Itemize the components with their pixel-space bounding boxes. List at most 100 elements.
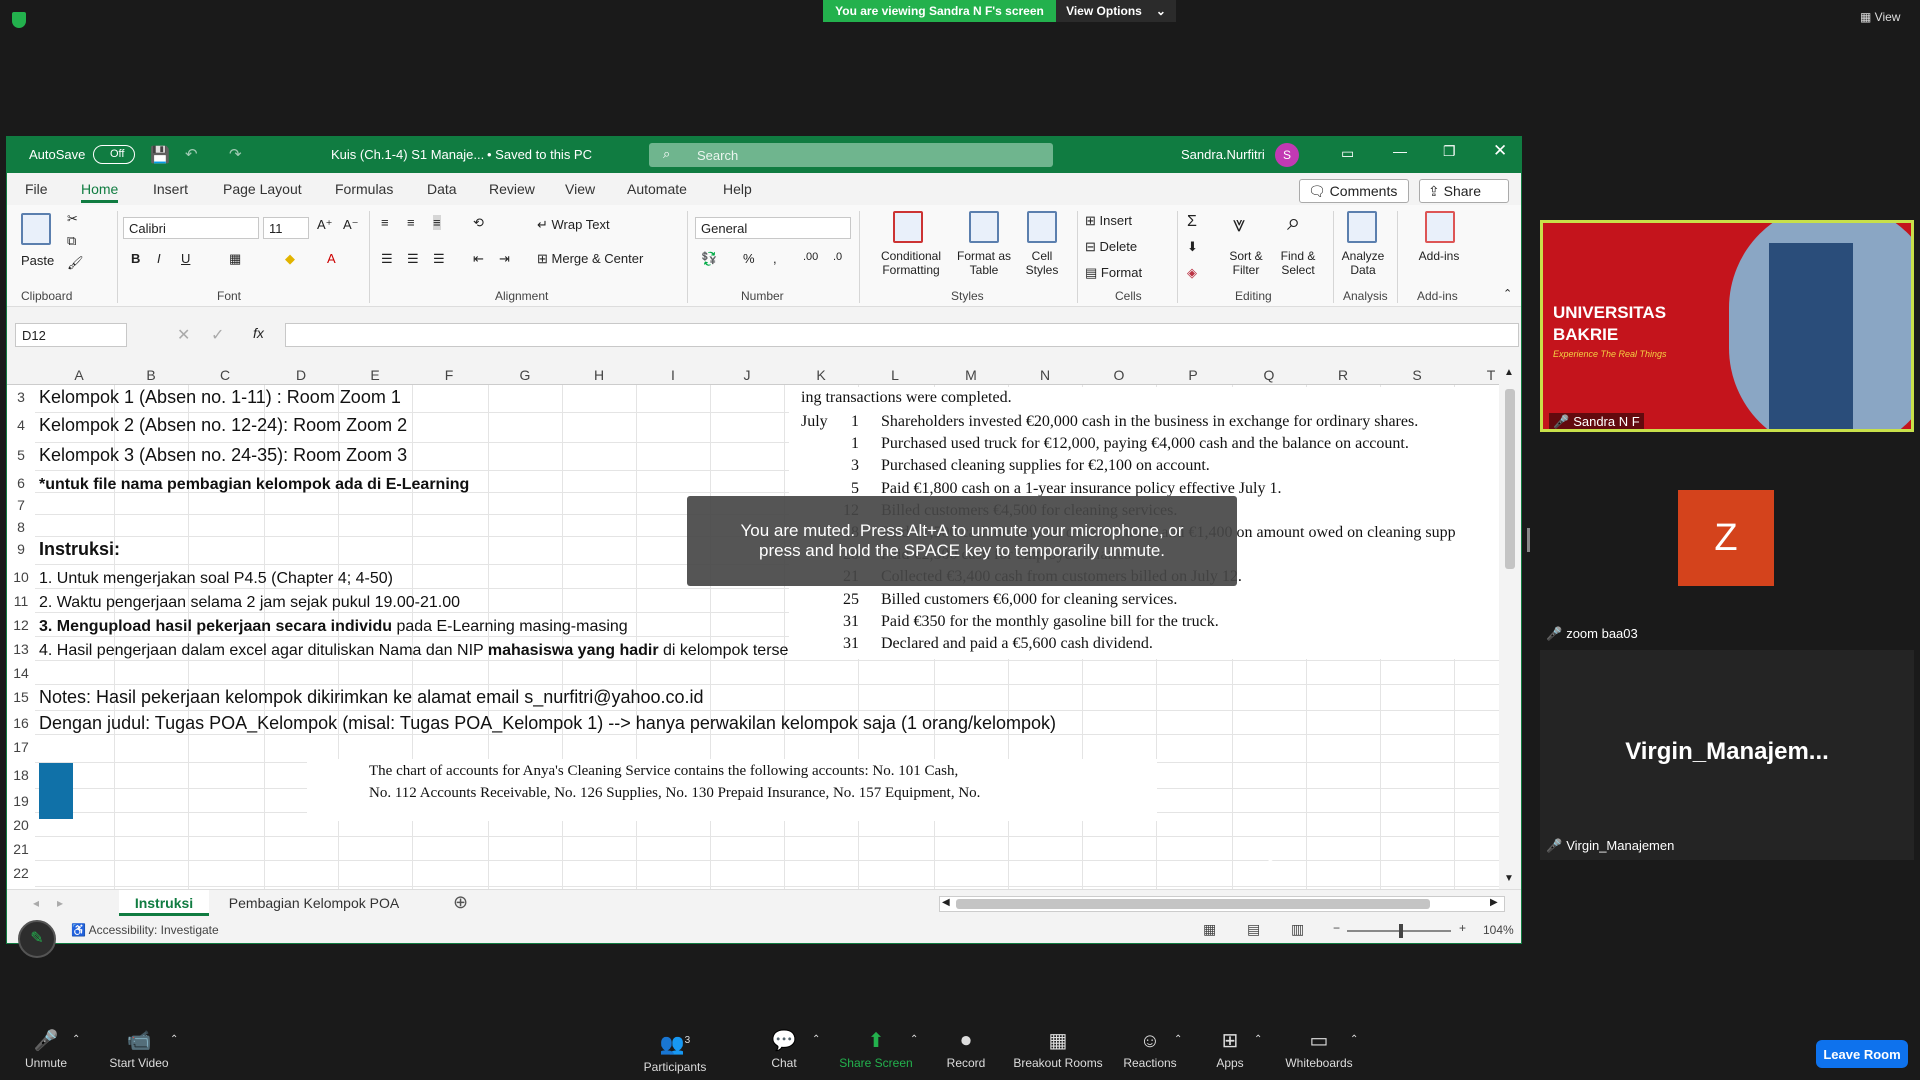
name-box[interactable]: D12 — [15, 323, 127, 347]
row-header[interactable]: 3 — [7, 389, 35, 405]
row-header[interactable]: 4 — [7, 417, 35, 433]
security-shield-icon[interactable] — [12, 12, 26, 28]
vertical-scroll-thumb[interactable] — [1505, 389, 1515, 569]
conditional-formatting-icon[interactable] — [893, 211, 923, 243]
share-button[interactable]: ⇪ Share — [1419, 179, 1509, 203]
copy-icon[interactable]: ⧉ — [67, 233, 76, 249]
cell-row-10[interactable]: 1. Untuk mengerjakan soal P4.5 (Chapter … — [39, 567, 393, 588]
italic-icon[interactable]: I — [157, 251, 161, 266]
zoom-out-icon[interactable]: − — [1333, 921, 1340, 935]
chart-of-accounts-image[interactable]: The chart of accounts for Anya's Cleanin… — [307, 759, 1157, 821]
row-header[interactable]: 6 — [7, 475, 35, 491]
cell-row-11[interactable]: 2. Waktu pengerjaan selama 2 jam sejak p… — [39, 591, 460, 612]
align-bottom-icon[interactable]: ≡ — [433, 215, 441, 230]
paste-label[interactable]: Paste — [21, 253, 54, 268]
borders-icon[interactable]: ▦ — [229, 251, 241, 267]
participants-button[interactable]: 👥3 Participants — [640, 1030, 710, 1074]
row-header[interactable]: 10 — [7, 569, 35, 585]
comma-icon[interactable]: , — [773, 251, 777, 266]
decrease-decimal-icon[interactable]: .0 — [833, 251, 842, 263]
enter-icon[interactable]: ✓ — [211, 325, 224, 345]
row-header[interactable]: 13 — [7, 641, 35, 657]
fill-icon[interactable]: ⬇ — [1187, 239, 1198, 255]
tab-page-layout[interactable]: Page Layout — [223, 181, 302, 197]
add-ins-button[interactable]: Add-ins — [1407, 249, 1471, 263]
unmute-button[interactable]: 🎤 Unmute — [18, 1030, 74, 1070]
format-painter-icon[interactable]: 🖌 — [67, 255, 84, 271]
horizontal-scrollbar[interactable]: ◀ ▶ — [939, 896, 1505, 912]
scroll-up-icon[interactable]: ▲ — [1504, 367, 1514, 378]
user-name[interactable]: Sandra.Nurfitri — [1181, 147, 1265, 162]
next-sheet-icon[interactable]: ▸ — [57, 896, 63, 910]
share-options-icon[interactable]: ⌃ — [910, 1034, 918, 1045]
decrease-indent-icon[interactable]: ⇤ — [473, 251, 484, 267]
cell-styles-icon[interactable] — [1027, 211, 1057, 243]
spreadsheet-grid[interactable]: ABCDEFGHIJKLMNOPQRST 3 Kelompok 1 (Absen … — [7, 365, 1521, 889]
format-as-table-button[interactable]: Format as Table — [953, 249, 1015, 277]
sort-filter-button[interactable]: Sort & Filter — [1221, 249, 1271, 277]
cell-row-13[interactable]: 4. Hasil pengerjaan dalam excel agar dit… — [39, 639, 811, 660]
search-box[interactable]: ⌕ Search — [649, 143, 1053, 167]
reactions-options-icon[interactable]: ⌃ — [1174, 1034, 1182, 1045]
cell-row-5[interactable]: Kelompok 3 (Absen no. 24-35): Room Zoom … — [39, 445, 407, 466]
paste-icon[interactable] — [21, 213, 51, 245]
autosave-toggle[interactable]: Off — [93, 145, 135, 164]
horizontal-scroll-thumb[interactable] — [956, 899, 1430, 909]
audio-options-icon[interactable]: ⌃ — [72, 1034, 80, 1045]
breakout-rooms-button[interactable]: ▦ Breakout Rooms — [1010, 1030, 1106, 1070]
tab-view[interactable]: View — [565, 181, 595, 197]
undo-icon[interactable]: ↶ — [185, 145, 198, 163]
formula-input[interactable] — [285, 323, 1519, 347]
apps-options-icon[interactable]: ⌃ — [1254, 1034, 1262, 1045]
accounting-icon[interactable]: 💱 — [701, 251, 717, 267]
add-sheet-icon[interactable]: ⊕ — [453, 892, 468, 913]
cut-icon[interactable]: ✂ — [67, 211, 78, 227]
cell-styles-button[interactable]: Cell Styles — [1017, 249, 1067, 277]
share-screen-button[interactable]: ⬆ Share Screen — [838, 1030, 914, 1070]
vertical-scrollbar[interactable]: ▲ ▼ — [1499, 365, 1521, 889]
cell-row-4[interactable]: Kelompok 2 (Absen no. 12-24): Room Zoom … — [39, 415, 407, 436]
close-icon[interactable]: ✕ — [1493, 141, 1507, 161]
wrap-text-button[interactable]: ↵ Wrap Text — [537, 217, 610, 233]
align-middle-icon[interactable]: ≡ — [407, 215, 415, 230]
merge-center-button[interactable]: ⊞ Merge & Center — [537, 251, 643, 267]
increase-font-icon[interactable]: A⁺ — [317, 217, 333, 233]
collapse-ribbon-icon[interactable]: ⌃ — [1503, 287, 1512, 300]
user-avatar[interactable]: S — [1275, 143, 1299, 167]
sheet-tab-instruksi[interactable]: Instruksi — [119, 890, 209, 916]
tab-file[interactable]: File — [25, 181, 48, 197]
file-name[interactable]: Kuis (Ch.1-4) S1 Manaje... — [331, 147, 484, 162]
cell-row-12[interactable]: 3. Mengupload hasil pekerjaan secara ind… — [39, 615, 628, 636]
cell-row-3[interactable]: Kelompok 1 (Absen no. 1-11) : Room Zoom … — [39, 387, 401, 408]
scroll-right-icon[interactable]: ▶ — [1490, 897, 1498, 908]
font-name-select[interactable]: Calibri — [123, 217, 259, 239]
start-video-button[interactable]: 📹 Start Video — [104, 1030, 174, 1070]
add-ins-icon[interactable] — [1425, 211, 1455, 243]
chat-options-icon[interactable]: ⌃ — [812, 1034, 820, 1045]
annotate-pen-icon[interactable]: ✎ — [18, 920, 56, 958]
leave-room-button[interactable]: Leave Room — [1816, 1040, 1908, 1068]
prev-sheet-icon[interactable]: ◂ — [33, 896, 39, 910]
sheet-tab-pembagian[interactable]: Pembagian Kelompok POA — [219, 890, 409, 916]
row-header[interactable]: 5 — [7, 447, 35, 463]
tab-formulas[interactable]: Formulas — [335, 181, 393, 197]
underline-icon[interactable]: U — [181, 251, 190, 266]
ribbon-display-icon[interactable]: ▭ — [1341, 145, 1354, 162]
find-select-icon[interactable]: ⌕ — [1287, 209, 1300, 237]
decrease-font-icon[interactable]: A⁻ — [343, 217, 359, 233]
accessibility-status[interactable]: ♿ Accessibility: Investigate — [71, 923, 219, 937]
increase-indent-icon[interactable]: ⇥ — [499, 251, 510, 267]
zoom-in-icon[interactable]: + — [1459, 921, 1466, 935]
view-button[interactable]: ▦ View — [1860, 10, 1900, 24]
format-as-table-icon[interactable] — [969, 211, 999, 243]
whiteboard-options-icon[interactable]: ⌃ — [1350, 1034, 1358, 1045]
row-header[interactable]: 12 — [7, 617, 35, 633]
save-icon[interactable]: 💾 — [150, 145, 170, 165]
conditional-formatting-button[interactable]: Conditional Formatting — [873, 249, 949, 277]
row-header[interactable]: 19 — [7, 793, 35, 809]
percent-icon[interactable]: % — [743, 251, 755, 266]
normal-view-icon[interactable]: ▦ — [1203, 921, 1216, 938]
cell-row-15[interactable]: Notes: Hasil pekerjaan kelompok dikirimk… — [39, 687, 704, 708]
apps-button[interactable]: ⊞ Apps — [1210, 1030, 1250, 1070]
align-center-icon[interactable]: ☰ — [407, 251, 419, 267]
